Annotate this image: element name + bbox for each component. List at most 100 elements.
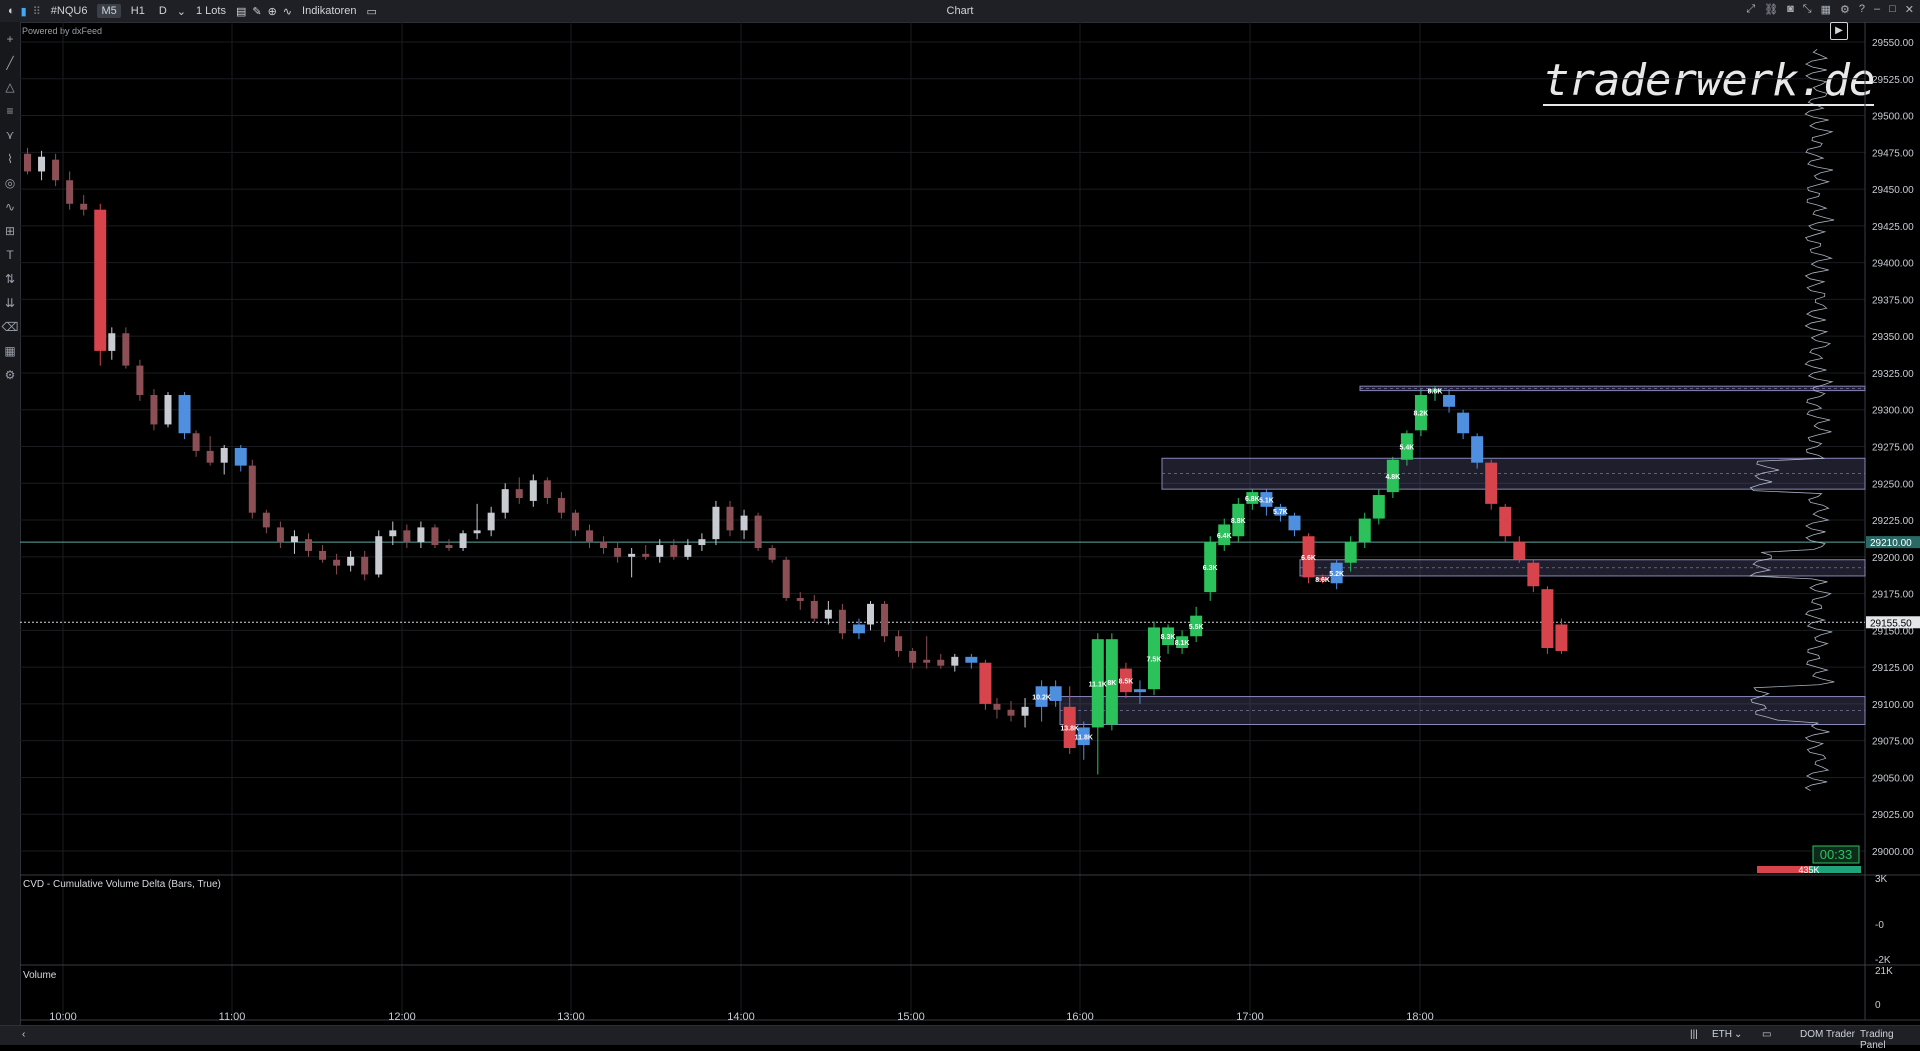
candle-body [529,480,537,501]
candle-body [375,536,383,575]
candle-body [248,465,256,513]
candle-body [150,395,158,425]
candle-body [1457,412,1470,434]
candle-body [305,539,312,551]
volume-axis-tick: 0 [1875,1000,1881,1011]
candle-body [108,333,116,351]
candle-body [712,506,720,540]
candle-body [796,598,804,601]
candle-body [515,489,523,498]
candle-body [965,656,978,663]
candle-body [52,159,60,181]
volume-axis-tick: 21K [1875,966,1893,977]
scroll-bar-icon[interactable]: ||| [1690,1029,1698,1040]
candle-body [642,553,650,557]
candle-body [290,536,298,543]
volume-profile [1748,49,1835,792]
candle-body [234,447,247,466]
price-axis-tick: 29325.00 [1872,369,1914,380]
price-axis-tick: 29125.00 [1872,663,1914,674]
cluster-volume-label: 8.5K [1119,678,1134,685]
volume-tag: 435K [1798,865,1819,875]
trading-panel-button[interactable]: Trading Panel [1860,1029,1920,1051]
price-axis-tick: 29025.00 [1872,810,1914,821]
candle-body [1372,495,1385,519]
candle-body [923,659,931,663]
price-axis-tick: 29400.00 [1872,259,1914,270]
price-axis-tick: 29275.00 [1872,443,1914,454]
candle-body [1499,506,1512,537]
price-axis-tick: 29175.00 [1872,590,1914,601]
candle-body [136,365,144,396]
price-axis-tick: 29200.00 [1872,553,1914,564]
price-axis-tick: 29525.00 [1872,75,1914,86]
candle-body [1527,562,1540,587]
candle-body [262,512,270,528]
bottom-bar: ‹ ||| ETH ⌄ ▭ DOM Trader Trading Panel [0,1025,1920,1051]
price-axis-tick: 29100.00 [1872,700,1914,711]
cluster-volume-label: 6.6K [1301,555,1316,562]
candle-body [38,156,46,172]
candle-body [1485,462,1498,504]
candle-body [24,153,31,172]
cvd-axis-tick: -2K [1875,955,1891,966]
scroll-left-icon[interactable]: ‹ [22,1029,25,1040]
candle-body [1443,395,1456,407]
price-chart[interactable]: 8.2K 5.4K 4.8K 8.6K 6.3K 5.5K 5.1K 6.4K 5.2K 6.8K… [0,0,1920,1025]
candle-body [684,545,692,557]
candle-body [487,512,495,531]
volume-panel-label: Volume [23,970,57,981]
cluster-volume-label: 5.2K [1329,571,1344,578]
candle-body [600,542,608,548]
time-axis-tick: 12:00 [388,1011,416,1023]
price-axis-tick: 29475.00 [1872,148,1914,159]
candle-body [473,530,481,534]
marked-price-tag: 29210.00 [1870,538,1912,549]
time-axis-tick: 14:00 [727,1011,755,1023]
time-axis-tick: 18:00 [1406,1011,1434,1023]
cluster-volume-label: 5.1K [1259,497,1274,504]
candle-body [66,180,74,204]
candle-body [740,515,748,531]
candle-body [1049,686,1062,701]
price-axis-tick: 29375.00 [1872,295,1914,306]
cluster-volume-label: 6.8K [1245,496,1260,503]
candle-body [445,545,453,548]
candle-body [178,395,191,434]
candle-body [726,506,734,531]
price-axis-tick: 29350.00 [1872,332,1914,343]
time-axis-tick: 16:00 [1066,1011,1094,1023]
price-axis-tick: 29425.00 [1872,222,1914,233]
candle-body [1288,515,1301,531]
candle-body [1513,542,1526,560]
time-axis-tick: 11:00 [219,1011,246,1023]
candle-body [937,659,945,666]
candle-body [389,530,397,537]
candle-body [1471,436,1484,463]
cluster-volume-label: 10.2K [1032,695,1051,702]
candle-body [543,480,551,498]
candle-body [810,600,818,619]
candle-body [361,556,369,575]
candle-body [909,650,917,663]
session-dropdown-icon[interactable]: ⌄ [1734,1029,1742,1040]
price-axis-tick: 29450.00 [1872,185,1914,196]
cluster-volume-label: 8.6K [1315,577,1330,584]
time-axis-tick: 13:00 [557,1011,585,1023]
candle-body [319,550,327,560]
cluster-volume-label: 8.2K [1414,411,1429,418]
calendar-icon[interactable]: ▭ [1762,1029,1771,1040]
candle-body [895,636,903,651]
candle-body [993,703,1001,710]
price-axis-tick: 29300.00 [1872,406,1914,417]
cluster-volume-label: 5.7K [1273,509,1288,516]
price-axis-tick: 29500.00 [1872,112,1914,123]
candle-body [698,539,706,546]
candle-body [164,395,172,425]
dom-trader-button[interactable]: DOM Trader [1800,1029,1855,1040]
candle-body [1541,589,1554,649]
session-selector[interactable]: ETH [1712,1029,1732,1040]
candle-body [276,527,284,543]
candle-body [656,545,664,557]
price-axis-tick: 29050.00 [1872,773,1914,784]
